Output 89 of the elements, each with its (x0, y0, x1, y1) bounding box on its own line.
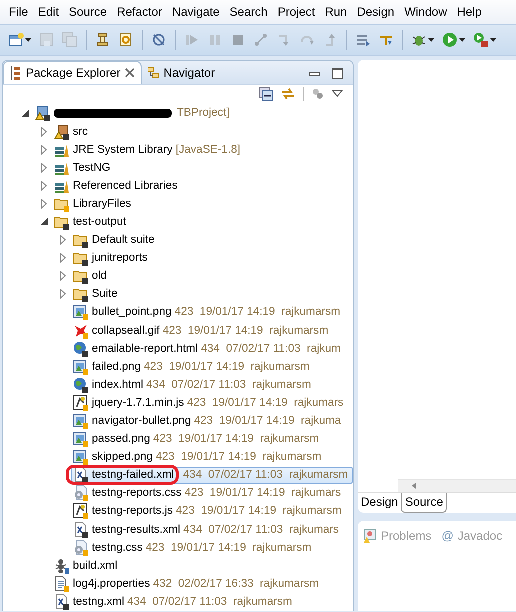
tree-item[interactable]: failed.png 423 19/01/17 14:19 rajkumarsm (71, 358, 313, 376)
step-into-icon (276, 32, 292, 48)
tree-item[interactable]: testng-reports.js 423 19/01/17 14:19 rajkumarsm (71, 502, 345, 520)
tree-item[interactable]: testng.xml 434 07/02/17 11:03 rajkumarsm (52, 593, 296, 610)
minimize-icon (309, 72, 320, 76)
tree-item[interactable]: old (71, 268, 110, 285)
terminate-icon (230, 32, 246, 48)
close-icon (124, 68, 135, 78)
tree-item[interactable]: testng-reports.css 423 19/01/17 14:19 rajkumars (71, 484, 344, 502)
tree-item[interactable]: index.html 434 07/02/17 11:03 rajkumarsm (71, 376, 314, 394)
link-arrows-icon (281, 86, 295, 101)
scroll-left-icon (412, 483, 416, 489)
tree-item[interactable]: log4j.properties 432 02/02/17 16:33 rajkumarsm (52, 575, 322, 592)
image-file-icon (73, 413, 89, 430)
tree-item[interactable]: junitreports (71, 250, 151, 267)
open-type-icon (95, 32, 111, 48)
tree-item[interactable]: LibraryFiles (52, 195, 134, 212)
menu-item[interactable]: File (4, 5, 34, 19)
new-icon (8, 32, 24, 48)
save-all-icon (62, 32, 78, 48)
tree-item[interactable]: test-output (52, 213, 130, 230)
skip-breakpoints-icon (151, 32, 167, 48)
tree-item[interactable]: passed.png 423 19/01/17 14:19 rajkumarsm (71, 430, 322, 448)
caret-icon (428, 38, 435, 42)
menu-item[interactable]: Design (352, 5, 400, 19)
save-icon (39, 32, 55, 48)
collapse-all-icon (259, 86, 273, 101)
folder-tree-icon (148, 66, 160, 80)
menu-item[interactable]: Refactor (112, 5, 168, 19)
tree-item[interactable]: Default suite (71, 232, 158, 249)
external-tools-icon (473, 32, 489, 48)
menu-item[interactable]: Project (272, 5, 320, 19)
tree-item[interactable]: build.xml (52, 557, 121, 574)
gear-file-icon (73, 485, 89, 502)
image-file-icon (73, 449, 89, 466)
text-file-icon (54, 576, 70, 592)
tree-item[interactable]: navigator-bullet.png 423 19/01/17 14:19 rajkuma (71, 412, 344, 430)
package-icon (10, 66, 22, 80)
caret-icon (490, 38, 497, 42)
editor-tab[interactable]: Source (401, 493, 448, 513)
editor-tab[interactable]: Design (358, 493, 402, 513)
view-tab[interactable]: Package Explorer (3, 61, 142, 84)
menu-item[interactable]: Navigate (167, 5, 225, 19)
external-tools-button[interactable] (471, 30, 499, 50)
maximize-icon (332, 68, 343, 79)
view-tab[interactable]: Navigator (142, 61, 222, 84)
menu-item[interactable]: Source (64, 5, 112, 19)
tree-item[interactable]: collapseall.gif 423 19/01/17 14:19 rajkumarsm (71, 322, 332, 340)
suspend-icon (207, 32, 223, 48)
run-button[interactable] (440, 30, 468, 50)
tree-item[interactable]: testng-results.xml 434 07/02/17 11:03 rajkumars (71, 521, 342, 538)
menu-item[interactable]: Window (400, 5, 452, 19)
script-file-icon (73, 394, 89, 411)
menu-item[interactable]: Help (452, 5, 487, 19)
image-file-icon (73, 431, 89, 448)
tree-item[interactable]: JRE System Library [JavaSE-1.8] (52, 141, 244, 158)
drop-frame-icon (355, 32, 371, 48)
menu-item[interactable]: Search (224, 5, 273, 19)
menu-item[interactable]: Run (320, 5, 352, 19)
script-file-icon (73, 503, 89, 520)
tree-item[interactable]: TBProject] (33, 104, 233, 122)
tree-item[interactable]: bullet_point.png 423 19/01/17 14:19 rajkumarsm (71, 304, 344, 321)
globe-icon (73, 376, 89, 393)
image-file-icon (73, 358, 89, 375)
caret-icon (25, 38, 32, 42)
globe-icon (73, 340, 89, 357)
tree-item[interactable]: TestNG (52, 159, 114, 176)
caret-icon (459, 38, 466, 42)
tree-item[interactable]: src (52, 123, 92, 140)
disconnect-icon (253, 32, 269, 48)
image-file-icon (73, 304, 89, 320)
tree-item[interactable]: emailable-report.html 434 07/02/17 11:03 rajkum (71, 340, 344, 358)
package-icon (54, 124, 70, 140)
xml-file-icon (73, 467, 89, 484)
problems-icon (364, 529, 377, 543)
xml-file-icon (73, 522, 89, 538)
ant-icon (54, 558, 70, 574)
tree-item[interactable]: Suite (71, 286, 121, 303)
view-menu-icon (332, 90, 343, 98)
gear-file-icon (73, 540, 89, 556)
tree-item[interactable]: skipped.png 423 19/01/17 14:19 rajkumarsm (71, 448, 325, 466)
splash-icon (73, 322, 89, 339)
tree-item[interactable]: jquery-1.7.1.min.js 423 19/01/17 14:19 rajkumars (71, 394, 347, 412)
project-icon (35, 105, 51, 122)
tree-item[interactable]: Referenced Libraries (52, 177, 181, 194)
tree-item[interactable]: testng.css 423 19/01/17 14:19 rajkumarsm (71, 539, 315, 556)
run-icon (442, 32, 458, 48)
menu-item[interactable]: Edit (33, 5, 64, 19)
resume-icon (184, 32, 200, 48)
